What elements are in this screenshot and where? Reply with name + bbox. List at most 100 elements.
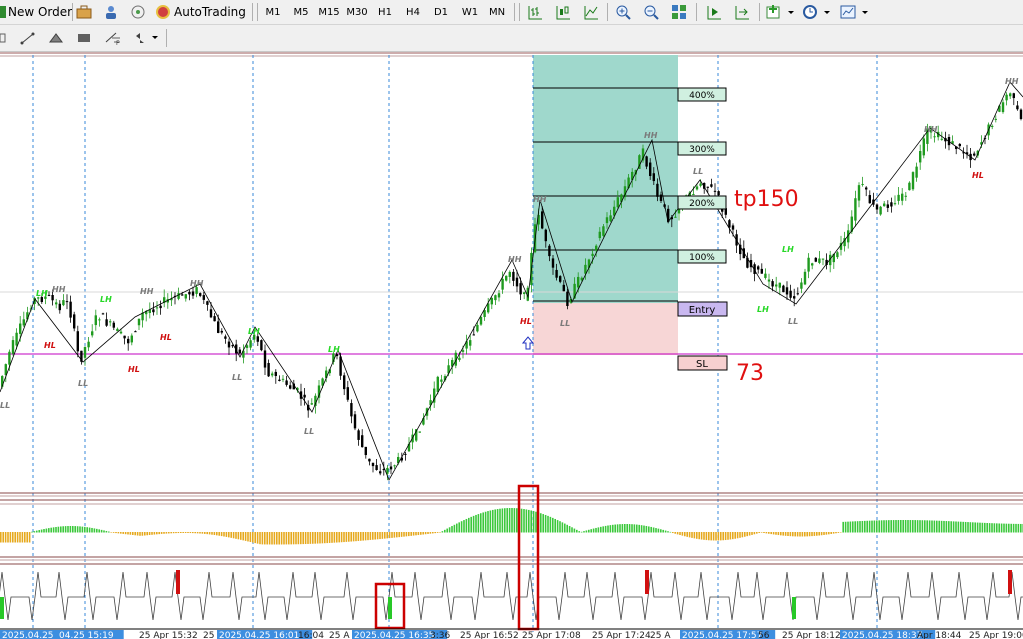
bar-chart-icon[interactable]	[525, 3, 545, 21]
osc-bar	[465, 518, 468, 533]
osc-bar	[324, 532, 326, 544]
time-label: 25 Apr 17:24	[592, 631, 651, 639]
osc-bar	[984, 522, 986, 533]
zoom-in-icon[interactable]	[613, 3, 633, 21]
osc-bar	[664, 530, 667, 533]
chart-shift-icon[interactable]	[704, 3, 724, 21]
osc-bar	[645, 525, 648, 533]
indicators-icon[interactable]	[765, 3, 797, 21]
osc-bar	[847, 521, 849, 533]
osc-bar	[993, 523, 996, 533]
osc-bar	[528, 509, 530, 533]
osc-bar	[684, 532, 686, 537]
osc-bar	[364, 532, 367, 541]
cursor-edge-icon[interactable]	[0, 29, 8, 47]
osc-bar	[916, 520, 919, 533]
fibo-icon[interactable]: F	[102, 29, 124, 47]
osc-bar	[218, 532, 220, 536]
osc-bar	[410, 532, 412, 536]
tf-m15-button[interactable]: M15	[316, 3, 342, 21]
osc-bar	[88, 527, 91, 533]
osc-bar	[24, 532, 26, 543]
time-label: 16:04	[298, 631, 324, 639]
osc-bar	[960, 521, 962, 533]
svg-text:100%: 100%	[689, 253, 715, 263]
osc-bar	[561, 522, 564, 533]
osc-bar	[609, 525, 612, 533]
osc-bar	[859, 521, 861, 533]
osc-bar	[122, 532, 124, 534]
osc-bar	[396, 532, 398, 538]
tf-m5-button[interactable]: M5	[290, 3, 312, 21]
osc-bar	[408, 532, 410, 537]
zoom-out-icon[interactable]	[641, 3, 661, 21]
osc-bar	[357, 532, 360, 541]
candlestick-icon[interactable]	[553, 3, 573, 21]
osc-bar	[100, 529, 103, 533]
tf-h1-button[interactable]: H1	[374, 3, 396, 21]
osc-bar	[367, 532, 369, 541]
period-icon[interactable]	[801, 3, 833, 21]
swing-label: LL	[78, 379, 88, 388]
osc-bar	[283, 532, 285, 545]
osc-bar	[14, 532, 16, 543]
tf-h4-button[interactable]: H4	[402, 3, 424, 21]
osc-bar	[444, 529, 446, 533]
tf-m1-button[interactable]: M1	[262, 3, 284, 21]
osc-bar	[823, 532, 825, 535]
osc-bar	[1010, 523, 1012, 533]
osc-bar	[285, 532, 288, 545]
osc-bar	[820, 532, 823, 536]
templates-icon[interactable]	[839, 3, 871, 21]
osc-bar	[832, 532, 835, 534]
osc-bar	[458, 522, 460, 533]
autoscroll-icon[interactable]	[732, 3, 752, 21]
signal-icon[interactable]	[128, 3, 148, 21]
separator	[72, 3, 73, 21]
rectangle-icon[interactable]	[74, 29, 94, 47]
price-chart[interactable]: LL LH HH HL LL LH HH HL HH HL LH LL LH LL HH HL HH LL HH LH…	[0, 52, 1023, 639]
osc-bar	[208, 532, 211, 535]
separator	[759, 3, 760, 21]
osc-bar	[885, 520, 888, 533]
osc-bar	[549, 516, 552, 533]
briefcase-icon[interactable]	[74, 3, 94, 21]
new-order-button[interactable]: New Order	[0, 2, 72, 21]
osc-bar	[686, 532, 688, 537]
osc-bar	[338, 532, 340, 543]
time-label: 25 Apr 19:00	[969, 631, 1023, 639]
autotrading-icon	[156, 4, 170, 19]
osc-bar	[110, 532, 112, 533]
osc-bar	[974, 522, 976, 533]
tf-w1-button[interactable]: W1	[458, 3, 482, 21]
sl-label: SL	[677, 355, 728, 371]
osc-bar	[48, 528, 50, 533]
osc-bar	[583, 531, 585, 533]
tf-mn-button[interactable]: MN	[484, 3, 510, 21]
osc-bar	[499, 508, 501, 533]
triangle-icon[interactable]	[46, 29, 66, 47]
time-label: 3:36	[430, 631, 450, 639]
osc-bar	[165, 532, 168, 534]
osc-bar	[297, 532, 300, 545]
tf-m30-button[interactable]: M30	[344, 3, 370, 21]
osc-bar	[333, 532, 336, 543]
osc-bar	[763, 532, 765, 534]
osc-bar	[638, 524, 640, 533]
trendline-icon[interactable]	[18, 29, 38, 47]
people-icon[interactable]	[101, 3, 121, 21]
osc-bar	[636, 524, 638, 533]
autotrading-button[interactable]: AutoTrading	[156, 2, 246, 21]
osc-bar	[571, 527, 573, 533]
osc-bar	[484, 511, 487, 533]
osc-bar	[225, 532, 228, 537]
tile-windows-icon[interactable]	[669, 3, 689, 21]
osc-bar	[907, 520, 909, 533]
osc-bar	[376, 532, 379, 540]
osc-bar	[420, 532, 422, 535]
tf-d1-button[interactable]: D1	[430, 3, 452, 21]
arrows-icon[interactable]	[133, 29, 161, 47]
svg-text:2025.04.25 18:37: 2025.04.25 18:37	[842, 631, 922, 639]
osc-bar	[614, 524, 616, 533]
line-chart-icon[interactable]	[581, 3, 601, 21]
